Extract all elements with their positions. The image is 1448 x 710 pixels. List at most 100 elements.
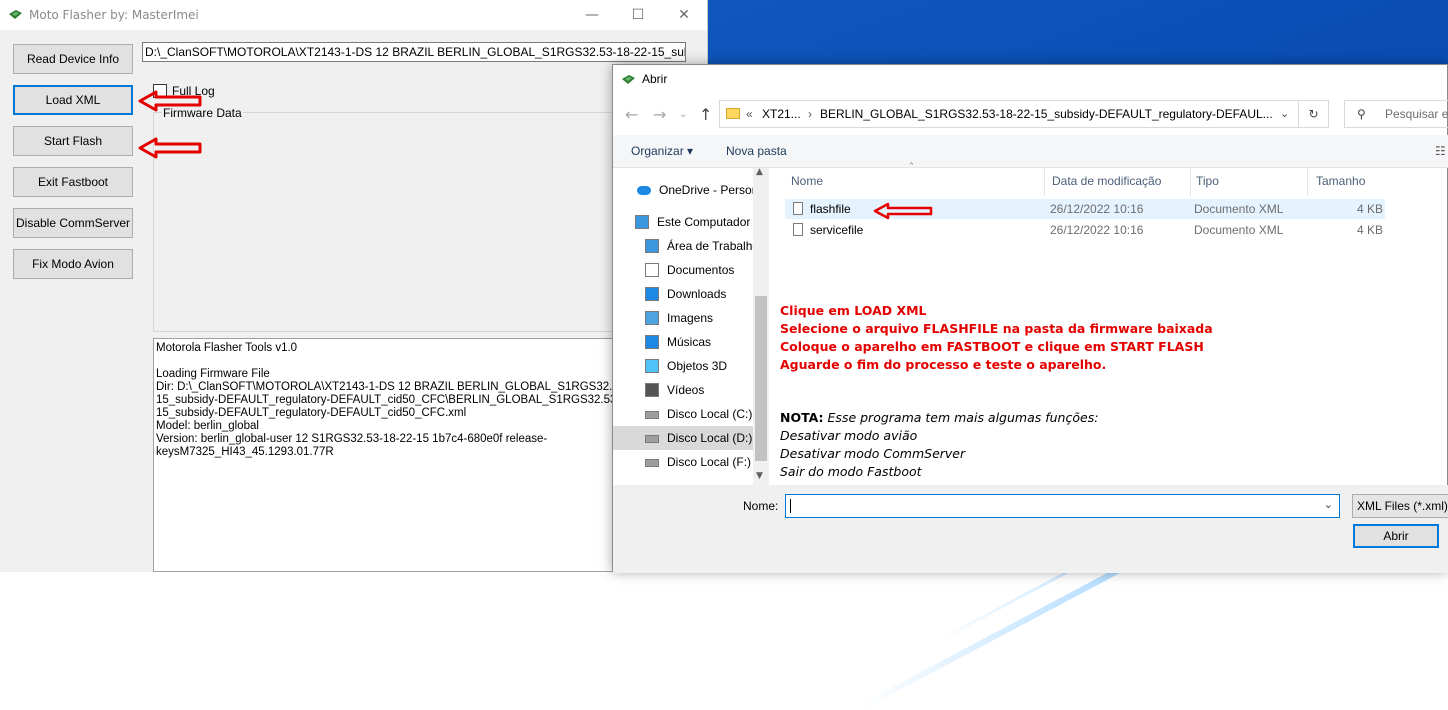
filename-input[interactable]: ⌄ — [785, 494, 1340, 518]
search-icon: ⚲ — [1357, 107, 1366, 121]
video-icon — [645, 383, 659, 397]
up-arrow-icon[interactable]: ↑ — [699, 105, 712, 124]
document-icon — [645, 263, 659, 277]
firmware-path-field[interactable]: D:\_ClanSOFT\MOTOROLA\XT2143-1-DS 12 BRA… — [142, 42, 686, 62]
disable-commserver-button[interactable]: Disable CommServer — [13, 208, 133, 238]
annotation-arrow-icon — [873, 202, 933, 220]
navigation-scrollbar[interactable]: ▲ ▼ — [753, 167, 769, 485]
log-line: keysM7325_HI43_45.1293.01.77R — [156, 446, 334, 458]
address-overflow[interactable]: « — [746, 101, 753, 127]
nav-item-label: Disco Local (F:) — [667, 455, 752, 469]
read-device-info-button[interactable]: Read Device Info — [13, 44, 133, 74]
instruction-line: Aguarde o fim do processo e teste o apar… — [780, 357, 1107, 372]
desktop-icon — [645, 239, 659, 253]
nota-label: NOTA: — [780, 410, 824, 425]
computer-icon — [635, 215, 649, 229]
nota-item: Desativar modo avião — [780, 428, 918, 443]
nav-item-label: Vídeos — [667, 383, 705, 397]
nota-item: Desativar modo CommServer — [780, 446, 966, 461]
instruction-line: Clique em LOAD XML — [780, 303, 927, 318]
log-line: Dir: D:\_ClanSOFT\MOTOROLA\XT2143-1-DS 1… — [156, 381, 663, 393]
nav-item[interactable]: Disco Local (D:) — [613, 426, 769, 450]
firmware-data-group — [153, 112, 625, 332]
file-date: 26/12/2022 10:16 — [1050, 223, 1144, 237]
nav-item-label: Este Computador — [657, 215, 751, 229]
column-header-type[interactable]: Tipo — [1196, 174, 1219, 188]
nav-item[interactable]: Este Computador — [613, 210, 769, 234]
back-arrow-icon[interactable]: ← — [625, 105, 638, 124]
refresh-icon[interactable]: ↻ — [1299, 100, 1329, 128]
nav-item[interactable]: OneDrive - Persor — [613, 178, 769, 202]
log-output[interactable]: Motorola Flasher Tools v1.0 Loading Firmw… — [153, 338, 685, 572]
column-header-size[interactable]: Tamanho — [1316, 174, 1365, 188]
breadcrumb-berlin-folder[interactable]: BERLIN_GLOBAL_S1RGS32.53-18-22-15_subsid… — [820, 101, 1273, 127]
drive-icon — [645, 435, 659, 443]
cube-icon — [645, 359, 659, 373]
moto-flasher-window: Moto Flasher by: MasterImei — ☐ ✕ Read D… — [0, 0, 708, 572]
nav-item[interactable]: Disco Local (F:) — [613, 450, 769, 474]
file-name: servicefile — [810, 223, 864, 237]
column-divider[interactable] — [1190, 168, 1191, 196]
log-line: Version: berlin_global-user 12 S1RGS32.5… — [156, 433, 548, 445]
instruction-line: Coloque o aparelho em FASTBOOT e clique … — [780, 339, 1204, 354]
nav-item-label: Disco Local (D:) — [667, 431, 753, 445]
open-file-dialog: Abrir ← → ⌄ ↑ « XT21... › BERLIN_GLOBAL_… — [612, 64, 1448, 573]
minimize-button[interactable]: — — [569, 0, 615, 30]
exit-fastboot-button[interactable]: Exit Fastboot — [13, 167, 133, 197]
dialog-footer: Nome: ⌄ XML Files (*.xml) Abrir — [613, 485, 1448, 573]
nav-item[interactable]: Downloads — [613, 282, 769, 306]
address-bar[interactable]: « XT21... › BERLIN_GLOBAL_S1RGS32.53-18-… — [719, 100, 1299, 128]
nav-item[interactable]: Imagens — [613, 306, 769, 330]
scroll-down-icon[interactable]: ▼ — [756, 471, 763, 481]
open-button[interactable]: Abrir — [1353, 524, 1439, 548]
file-type-filter[interactable]: XML Files (*.xml) — [1352, 494, 1448, 518]
view-options-icon[interactable]: ☷ — [1435, 144, 1446, 158]
nav-item[interactable]: Vídeos — [613, 378, 769, 402]
nav-item[interactable]: Músicas — [613, 330, 769, 354]
nav-item-label: Músicas — [667, 335, 712, 349]
nav-item[interactable]: Documentos — [613, 258, 769, 282]
close-button[interactable]: ✕ — [661, 0, 707, 30]
nav-item-label: Disco Local (C:) — [667, 407, 753, 421]
recent-locations-chevron-icon[interactable]: ⌄ — [679, 109, 687, 120]
start-flash-button[interactable]: Start Flash — [13, 126, 133, 156]
chevron-down-icon[interactable]: ⌄ — [1324, 498, 1333, 511]
forward-arrow-icon[interactable]: → — [653, 105, 666, 124]
column-divider[interactable] — [1307, 168, 1308, 196]
nav-item[interactable]: Área de Trabalho — [613, 234, 769, 258]
dialog-toolbar: Organizar ▾ Nova pasta ☷ — [613, 135, 1448, 168]
filename-label: Nome: — [743, 499, 779, 513]
nova-pasta-button[interactable]: Nova pasta — [726, 144, 787, 158]
chevron-down-icon[interactable]: ⌄ — [1280, 101, 1289, 127]
scrollbar-thumb[interactable] — [755, 296, 767, 461]
nav-item[interactable]: Objetos 3D — [613, 354, 769, 378]
file-row-servicefile[interactable]: servicefile 26/12/2022 10:16 Documento X… — [785, 220, 1385, 240]
column-header-name[interactable]: Nome — [791, 174, 823, 188]
breadcrumb-xt21[interactable]: XT21... — [762, 101, 801, 127]
sort-indicator-icon: ˄ — [909, 162, 914, 173]
column-divider[interactable] — [1044, 168, 1045, 196]
nav-item-label: Área de Trabalho — [667, 239, 760, 253]
log-line: Model: berlin_global — [156, 420, 259, 432]
maximize-button[interactable]: ☐ — [615, 0, 661, 30]
log-line: Motorola Flasher Tools v1.0 — [156, 342, 298, 354]
search-input[interactable]: ⚲ Pesquisar em — [1344, 100, 1448, 128]
file-date: 26/12/2022 10:16 — [1050, 202, 1144, 216]
column-header-date[interactable]: Data de modificação — [1052, 174, 1161, 188]
scroll-up-icon[interactable]: ▲ — [756, 167, 763, 177]
music-icon — [645, 335, 659, 349]
app-icon — [9, 10, 22, 19]
file-size: 4 KB — [1357, 202, 1384, 216]
nota-intro: Esse programa tem mais algumas funções: — [823, 410, 1099, 425]
organizar-menu[interactable]: Organizar ▾ — [631, 144, 693, 158]
nav-item-label: Downloads — [667, 287, 727, 301]
download-icon — [645, 287, 659, 301]
fix-modo-avion-button[interactable]: Fix Modo Avion — [13, 249, 133, 279]
breadcrumb-separator: › — [808, 107, 812, 121]
load-xml-button[interactable]: Load XML — [13, 85, 133, 115]
nav-item[interactable]: Disco Local (C:) — [613, 402, 769, 426]
instruction-line: Selecione o arquivo FLASHFILE na pasta d… — [780, 321, 1213, 336]
navigation-pane: OneDrive - Persor Este Computador Área de … — [613, 168, 769, 485]
cloud-icon — [637, 186, 651, 195]
